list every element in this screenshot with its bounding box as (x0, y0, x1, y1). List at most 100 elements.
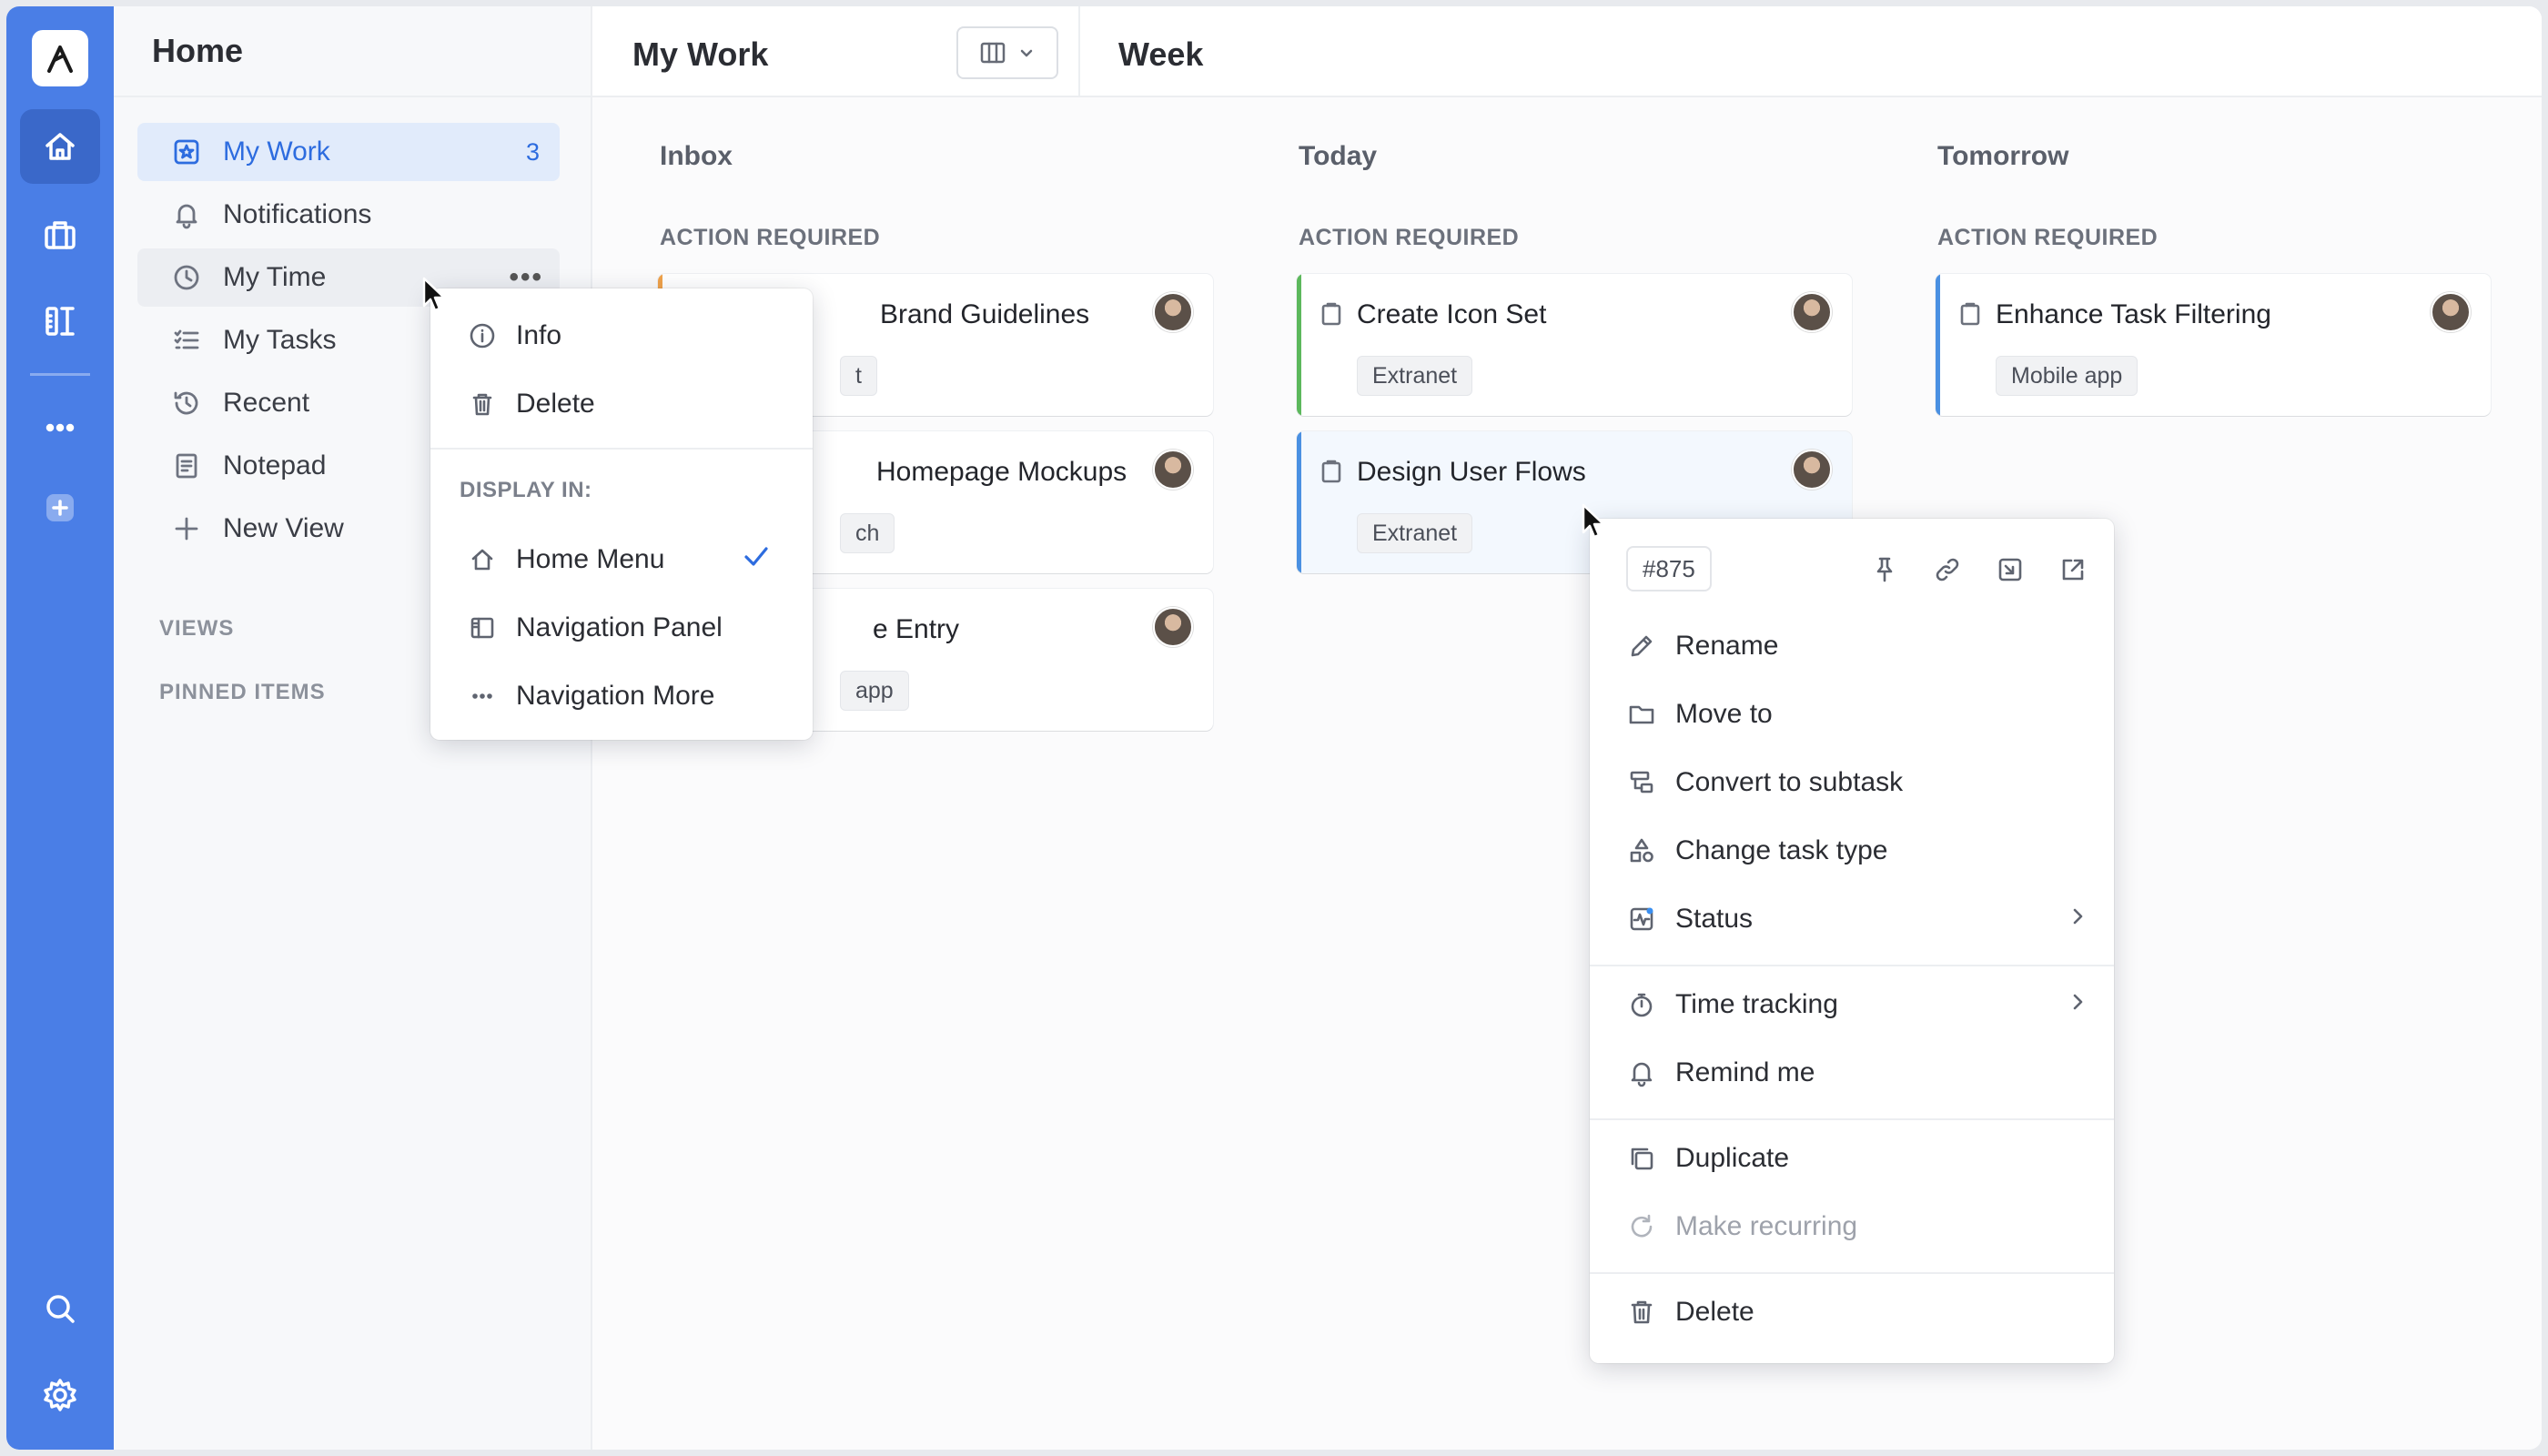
card-tag[interactable]: Extranet (1357, 513, 1473, 553)
menu-item-label: Info (516, 320, 562, 350)
stopwatch-icon (1626, 989, 1657, 1020)
history-icon (170, 387, 203, 420)
search-icon[interactable] (20, 1271, 100, 1346)
tools-icon[interactable] (20, 284, 100, 359)
clipboard-icon (1957, 301, 1983, 327)
gear-icon[interactable] (20, 1358, 100, 1432)
sidebar-item-label: My Tasks (223, 325, 337, 355)
app-window: Home My Work 3 Notifications My Time •••… (6, 6, 2542, 1450)
icon-rail (6, 6, 114, 1450)
duplicate-menu-item[interactable]: Duplicate (1590, 1127, 2114, 1190)
avatar[interactable] (1153, 450, 1193, 490)
navigation-more-option[interactable]: Navigation More (430, 664, 813, 728)
menu-item-label: Remind me (1675, 1057, 1815, 1087)
delete-menu-item[interactable]: Delete (430, 372, 813, 436)
menu-divider (1590, 1118, 2114, 1120)
view-layout-dropdown[interactable] (956, 26, 1058, 79)
menu-item-label: Navigation Panel (516, 612, 723, 642)
card-tag[interactable]: Extranet (1357, 356, 1473, 396)
card-tag[interactable]: Mobile app (1996, 356, 2138, 396)
trash-icon (467, 389, 498, 420)
sidebar-item-my-work[interactable]: My Work 3 (137, 123, 560, 181)
sidebar-item-notifications[interactable]: Notifications (137, 186, 560, 244)
open-external-icon[interactable] (2057, 553, 2089, 586)
column-title-tomorrow: Tomorrow (1937, 141, 2069, 171)
change-task-type-menu-item[interactable]: Change task type (1590, 819, 2114, 883)
info-menu-item[interactable]: Info (430, 304, 813, 368)
sidebar-title: Home (114, 6, 591, 97)
card-tag[interactable]: t (840, 356, 877, 396)
menu-divider (430, 448, 813, 450)
panel-icon (467, 612, 498, 643)
status-icon (1626, 904, 1657, 935)
status-menu-item[interactable]: Status (1590, 887, 2114, 951)
card-title: Create Icon Set (1357, 299, 1547, 329)
checklist-icon (170, 324, 203, 357)
subtask-icon (1626, 767, 1657, 798)
navigation-panel-option[interactable]: Navigation Panel (430, 596, 813, 660)
menu-item-label: Rename (1675, 631, 1779, 661)
card-color-bar (1297, 431, 1301, 573)
sidebar-item-label: Recent (223, 388, 310, 418)
views-section-label[interactable]: VIEWS (159, 616, 234, 642)
avatar[interactable] (1792, 292, 1832, 332)
more-icon[interactable] (20, 390, 100, 465)
home-icon (467, 544, 498, 575)
clock-icon (170, 261, 203, 294)
menu-divider (1590, 1272, 2114, 1274)
main-content: My Work Week Inbox Today Tomorrow ACTION… (592, 6, 2542, 1450)
checkmark-icon (742, 541, 771, 578)
menu-item-label: Home Menu (516, 544, 665, 574)
move-to-menu-item[interactable]: Move to (1590, 682, 2114, 746)
rail-divider (30, 373, 90, 376)
sidebar-item-context-menu: Info Delete DISPLAY IN: Home Menu Naviga… (430, 288, 813, 740)
pin-icon[interactable] (1868, 553, 1901, 586)
card-color-bar (1297, 274, 1301, 416)
link-icon[interactable] (1931, 553, 1964, 586)
add-icon[interactable] (20, 470, 100, 545)
menu-item-label: Make recurring (1675, 1211, 1858, 1241)
sidebar-item-label: Notepad (223, 450, 327, 480)
chevron-right-icon (2067, 989, 2088, 1020)
menu-item-label: Delete (516, 389, 595, 419)
move-into-icon[interactable] (1994, 553, 2027, 586)
menu-item-label: Duplicate (1675, 1143, 1790, 1173)
convert-to-subtask-menu-item[interactable]: Convert to subtask (1590, 751, 2114, 814)
shapes-icon (1626, 835, 1657, 866)
avatar[interactable] (1153, 292, 1193, 332)
tomorrow-section-label: ACTION REQUIRED (1937, 225, 2159, 250)
page-title: My Work (632, 35, 769, 73)
menu-item-label: Delete (1675, 1297, 1754, 1327)
delete-task-menu-item[interactable]: Delete (1590, 1280, 2114, 1344)
card-tag[interactable]: app (840, 671, 909, 711)
trash-icon (1626, 1297, 1657, 1328)
task-context-menu: #875 Rename Move to Convert to subtask C… (1590, 519, 2114, 1363)
avatar[interactable] (1153, 607, 1193, 647)
briefcase-icon[interactable] (20, 197, 100, 272)
notepad-icon (170, 450, 203, 482)
home-icon[interactable] (20, 109, 100, 184)
rename-menu-item[interactable]: Rename (1590, 614, 2114, 678)
task-id-badge[interactable]: #875 (1626, 546, 1712, 592)
menu-divider (1590, 965, 2114, 966)
make-recurring-menu-item[interactable]: Make recurring (1590, 1195, 2114, 1259)
my-work-count-badge: 3 (525, 137, 540, 166)
pinned-items-section-label[interactable]: PINNED ITEMS (159, 680, 326, 705)
home-menu-option[interactable]: Home Menu (430, 528, 813, 592)
bell-icon (1626, 1057, 1657, 1088)
clipboard-icon (1319, 301, 1344, 327)
time-tracking-menu-item[interactable]: Time tracking (1590, 973, 2114, 1036)
task-card-enhance-task-filtering[interactable]: Enhance Task Filtering Mobile app (1936, 274, 2491, 416)
menu-item-label: Time tracking (1675, 989, 1838, 1019)
card-color-bar (1936, 274, 1940, 416)
logo-icon[interactable] (32, 30, 88, 86)
remind-me-menu-item[interactable]: Remind me (1590, 1041, 2114, 1105)
sidebar-item-label: My Time (223, 262, 327, 292)
avatar[interactable] (1792, 450, 1832, 490)
card-tag[interactable]: ch (840, 513, 895, 553)
task-card-create-icon-set[interactable]: Create Icon Set Extranet (1297, 274, 1852, 416)
header-divider (1078, 6, 1080, 97)
avatar[interactable] (2431, 292, 2471, 332)
menu-item-label: Convert to subtask (1675, 767, 1904, 797)
card-title: Homepage Mockups (876, 457, 1127, 487)
